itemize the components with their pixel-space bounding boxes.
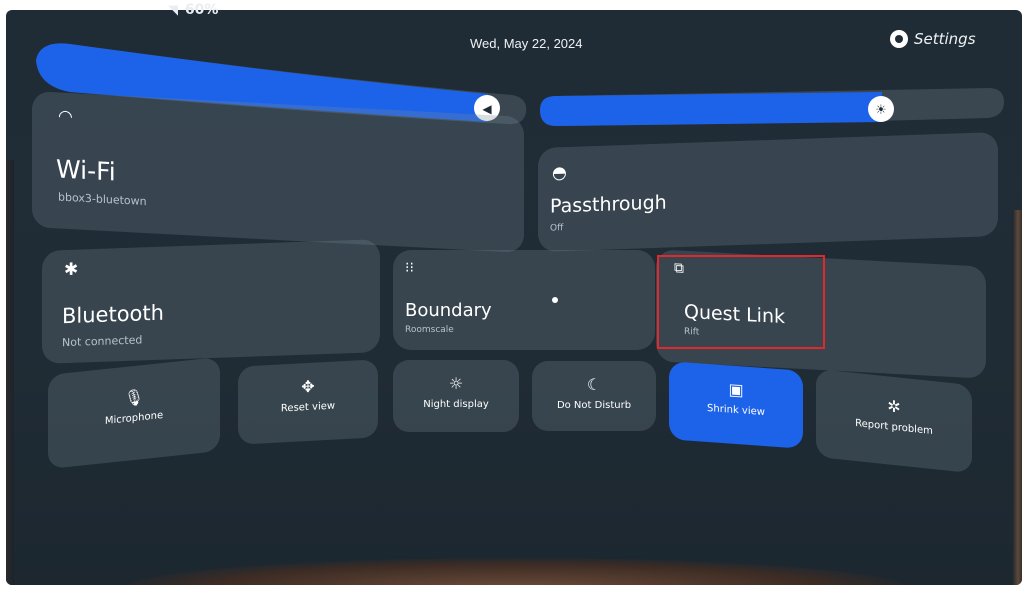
do-not-disturb-button[interactable]: ☾ Do Not Disturb bbox=[532, 361, 656, 431]
bluetooth-title: Bluetooth bbox=[62, 300, 164, 329]
quest-link-title: Quest Link bbox=[684, 300, 785, 329]
shrink-view-icon: ▣ bbox=[728, 379, 744, 400]
night-display-label: Night display bbox=[423, 399, 489, 410]
reset-view-button[interactable]: ✥ Reset view bbox=[238, 359, 378, 445]
bluetooth-status: Not connected bbox=[62, 333, 143, 350]
moon-icon: ☾ bbox=[586, 375, 602, 394]
night-display-icon: ☼ bbox=[448, 374, 464, 393]
pointer-cursor-dot bbox=[552, 297, 558, 303]
reset-view-label: Reset view bbox=[280, 400, 336, 415]
bluetooth-icon: ✱ bbox=[64, 259, 79, 281]
quest-link-mode: Rift bbox=[684, 326, 700, 338]
night-display-button[interactable]: ☼ Night display bbox=[393, 360, 519, 432]
boundary-mode: Roomscale bbox=[405, 325, 454, 335]
brightness-slider-fill bbox=[540, 92, 882, 126]
do-not-disturb-label: Do Not Disturb bbox=[556, 400, 632, 411]
sun-icon: ☀ bbox=[875, 103, 887, 118]
wifi-network-name: bbox3-bluetown bbox=[58, 190, 147, 209]
headset-icon: ◓ bbox=[552, 163, 567, 184]
quest-link-tile[interactable]: ⧉ Quest Link Rift bbox=[656, 249, 986, 379]
wifi-icon: ◠ bbox=[58, 106, 73, 128]
wifi-tile[interactable]: ◠ Wi-Fi bbox3-bluetown bbox=[32, 91, 524, 253]
boundary-title: Boundary bbox=[405, 300, 492, 321]
quest-link-icon: ⧉ bbox=[674, 260, 684, 277]
move-arrows-icon: ✥ bbox=[301, 376, 315, 397]
passthrough-tile[interactable]: ◓ Passthrough Off bbox=[538, 131, 998, 253]
report-problem-button[interactable]: ✲ Report problem bbox=[816, 368, 972, 474]
passthrough-status: Off bbox=[550, 223, 564, 234]
shrink-view-label: Shrink view bbox=[707, 402, 765, 419]
boundary-tile[interactable]: ⁝⁝ Boundary Roomscale bbox=[393, 250, 655, 350]
wifi-title: Wi-Fi bbox=[56, 154, 116, 187]
microphone-button[interactable]: 🎙 Microphone bbox=[48, 356, 220, 470]
passthrough-title: Passthrough bbox=[550, 191, 667, 218]
boundary-icon: ⁝⁝ bbox=[405, 260, 414, 276]
bluetooth-tile[interactable]: ✱ Bluetooth Not connected bbox=[42, 239, 380, 364]
shrink-view-button[interactable]: ▣ Shrink view bbox=[669, 361, 803, 449]
